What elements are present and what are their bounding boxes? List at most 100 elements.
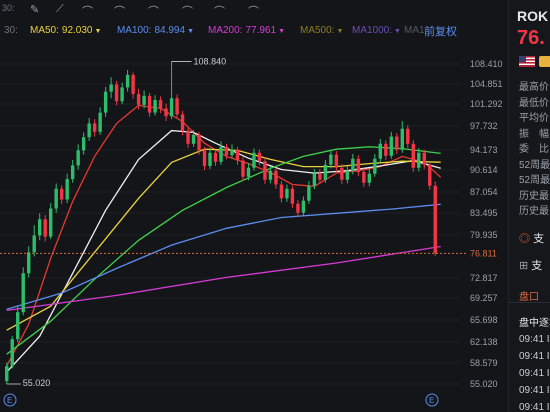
arch-icon[interactable]: ⌒ <box>82 3 93 19</box>
ma-partial-label: 30: <box>4 25 18 36</box>
candle-body <box>76 150 80 166</box>
y-tick-label: 104.851 <box>470 79 503 89</box>
moving-average-line <box>6 129 441 373</box>
candle-body <box>131 74 135 95</box>
period-high-label: 108.840 <box>194 56 227 66</box>
ma-extra-label: MA1 <box>404 25 425 36</box>
y-tick-label: 65.698 <box>470 315 498 325</box>
arch-icon[interactable]: ⌒ <box>182 3 193 19</box>
tab-order-book[interactable]: 盘口 <box>519 288 539 303</box>
candle-body <box>268 170 273 180</box>
ma1000-legend[interactable]: MA1000: ▼ <box>352 25 401 36</box>
moving-average-line <box>6 104 442 367</box>
candle-body <box>142 95 146 105</box>
ma50-legend[interactable]: MA50: 92.030 ▼ <box>30 25 101 36</box>
price-adjust-button[interactable]: 前复权 <box>424 23 457 39</box>
candle-body <box>351 158 355 171</box>
ma200-label: MA200: <box>208 25 243 36</box>
caret-down-icon: ▼ <box>278 28 285 35</box>
candle-body <box>296 203 300 213</box>
y-tick-label: 108.410 <box>470 59 503 69</box>
candle-body <box>417 152 421 168</box>
earnings-event-icon: E <box>7 396 12 405</box>
candle-body <box>274 170 278 185</box>
candle-body <box>224 146 229 156</box>
candle-body <box>428 164 432 186</box>
y-tick-label: 72.817 <box>470 273 498 283</box>
ma100-legend[interactable]: MA100: 84.994 ▼ <box>117 25 194 36</box>
candle-body <box>92 123 97 132</box>
ma-extra-legend[interactable]: MA1 <box>404 25 425 36</box>
ma200-value: 77.961 <box>245 25 277 36</box>
earnings-event-icon <box>425 393 439 407</box>
arch-icon[interactable]: ⌒ <box>114 3 125 19</box>
candle-body <box>103 91 108 113</box>
stat-label: 最低价 <box>519 97 549 109</box>
candle-body <box>378 143 383 159</box>
y-tick-label: 94.173 <box>470 145 498 155</box>
compare-button[interactable]: ⊞ 支 <box>519 257 542 273</box>
candle-body <box>158 100 163 109</box>
candle-body <box>81 137 86 151</box>
tick-time: 09:41 I <box>519 402 550 412</box>
candle-body <box>235 149 240 161</box>
moving-average-line <box>6 148 441 331</box>
moving-average-line <box>6 146 441 355</box>
candle-body <box>153 100 157 113</box>
ma500-legend[interactable]: MA500: ▼ <box>300 25 343 36</box>
candle-body <box>241 160 245 177</box>
ma1000-label: MA1000: <box>352 25 393 36</box>
y-tick-label: 55.020 <box>470 379 498 389</box>
candle-body <box>318 173 322 180</box>
arch-icon[interactable]: ⌒ <box>148 3 159 19</box>
candle-body <box>213 152 218 162</box>
tick-by-tick-section-title: 盘中逐笔 <box>519 318 550 329</box>
candle-body <box>164 108 168 117</box>
candle-body <box>373 158 377 174</box>
last-price-label: 76.811 <box>470 248 497 258</box>
candle-body <box>345 170 350 180</box>
candle-body <box>136 94 141 105</box>
candle-body <box>301 200 306 213</box>
last-price: 76. <box>517 27 545 49</box>
y-tick-label: 87.054 <box>470 187 498 197</box>
candle-body <box>384 143 388 156</box>
candle-body <box>59 188 64 200</box>
candle-body <box>191 134 196 144</box>
arch-icon[interactable]: ⌒ <box>214 3 225 19</box>
period-low-label: 55.020 <box>23 378 51 388</box>
candle-body <box>180 114 185 131</box>
candle-body <box>186 130 190 144</box>
compare-button-label: 支 <box>531 260 543 272</box>
arch-icon[interactable]: ⌒ <box>248 3 259 19</box>
y-tick-label: 101.292 <box>470 99 503 109</box>
candle-body <box>367 173 372 183</box>
alert-button-label: 支 <box>533 233 545 245</box>
tick-time: 09:41 I <box>519 368 550 379</box>
stat-label: 52周最 <box>519 175 550 186</box>
candle-body <box>406 128 410 144</box>
lightning-badge-icon <box>539 56 550 67</box>
candle-body <box>48 208 53 237</box>
line-tool-icon[interactable]: ⟋ <box>56 3 64 16</box>
earnings-event-icon: E <box>429 396 434 405</box>
candle-body <box>54 188 58 209</box>
candle-body <box>356 158 361 172</box>
pen-icon[interactable]: ✎ <box>30 3 39 16</box>
candle-body <box>252 152 256 168</box>
ma500-label: MA500: <box>300 25 335 36</box>
candle-body <box>10 339 14 367</box>
candle-body <box>169 98 174 117</box>
caret-down-icon: ▼ <box>94 28 102 35</box>
grid-icon: ⊞ <box>519 260 529 272</box>
y-tick-label: 90.614 <box>470 165 498 175</box>
candle-body <box>202 150 207 166</box>
stat-label: 最高价 <box>519 82 549 93</box>
alert-button[interactable]: ◎ 支 <box>519 230 544 246</box>
candle-body <box>230 149 234 156</box>
candle-body <box>114 84 119 102</box>
chart-panel[interactable]: 30: ✎ ⟋ ⌒ ⌒ ⌒ ⌒ ⌒ ⌒ 30: MA50: 92.030 ▼ MA1… <box>0 0 508 412</box>
moving-average-line <box>6 245 441 312</box>
ma200-legend[interactable]: MA200: 77.961 ▼ <box>208 25 285 36</box>
caret-down-icon: ▼ <box>336 28 344 35</box>
